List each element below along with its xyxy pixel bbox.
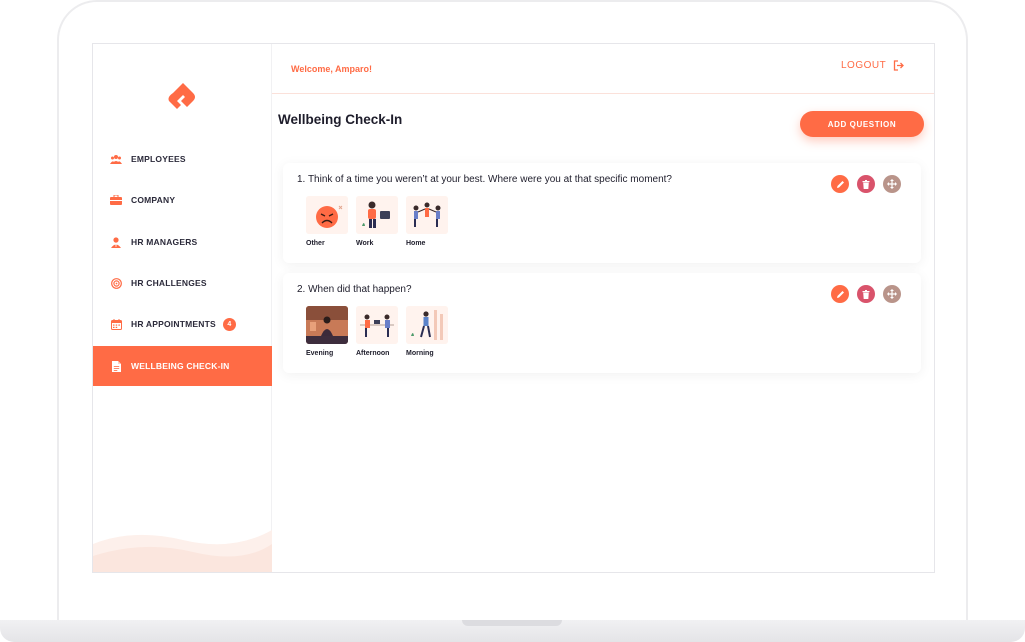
sidebar-item-hr-managers[interactable]: HR MANAGERS [93,222,272,262]
brand-logo[interactable] [165,79,201,115]
answer-option-home[interactable]: Home [406,196,456,247]
option-label: Other [306,240,325,247]
logout-label: LOGOUT [841,60,887,71]
option-label: Afternoon [356,350,390,357]
briefcase-icon [110,194,122,206]
option-label: Morning [406,350,434,357]
laptop-base [0,620,1025,642]
decorative-wave [93,530,272,572]
sidebar-item-label: COMPANY [131,195,176,205]
laptop-notch [462,620,562,626]
answer-option-afternoon[interactable]: Afternoon [356,306,406,357]
logout-icon [894,60,905,71]
answer-options: Other Work Home [306,196,456,247]
move-question-button[interactable] [883,285,901,303]
option-label: Evening [306,350,334,357]
answer-option-other[interactable]: Other [306,196,356,247]
pencil-icon [836,290,844,298]
document-icon [110,360,122,372]
user-tie-icon [110,236,122,248]
option-illustration [306,306,348,344]
question-text: 2. When did that happen? [297,284,412,295]
appointments-count-badge: 4 [222,317,236,331]
option-illustration [406,196,448,234]
page-title: Wellbeing Check-In [278,112,403,127]
welcome-message: Welcome, Amparo! [291,64,373,74]
top-header: Welcome, Amparo! LOGOUT [272,44,934,94]
users-icon [110,153,122,165]
sidebar-item-label: HR MANAGERS [131,237,198,247]
option-illustration [356,196,398,234]
delete-question-button[interactable] [857,285,875,303]
calendar-icon [110,318,122,330]
option-label: Home [406,240,426,247]
option-label: Work [356,240,374,247]
question-actions [831,285,909,303]
edit-question-button[interactable] [831,285,849,303]
option-illustration [406,306,448,344]
move-question-button[interactable] [883,175,901,193]
sidebar-item-wellbeing-check-in[interactable]: WELLBEING CHECK-IN [93,346,272,386]
question-actions [831,175,909,193]
app-screen: EMPLOYEES COMPANY HR MANAGERS HR CHALLEN… [92,43,935,573]
sidebar: EMPLOYEES COMPANY HR MANAGERS HR CHALLEN… [93,44,272,572]
option-illustration [306,196,348,234]
answer-option-evening[interactable]: Evening [306,306,356,357]
sidebar-item-label: HR CHALLENGES [131,278,207,288]
sidebar-item-label: WELLBEING CHECK-IN [131,361,230,371]
trash-icon [862,289,870,299]
answer-option-morning[interactable]: Morning [406,306,456,357]
sidebar-item-employees[interactable]: EMPLOYEES [93,139,272,179]
move-icon [887,289,897,299]
answer-option-work[interactable]: Work [356,196,406,247]
add-question-button[interactable]: ADD QUESTION [800,111,924,137]
sidebar-item-label: HR APPOINTMENTS [131,319,216,329]
edit-question-button[interactable] [831,175,849,193]
target-icon [110,277,122,289]
trash-icon [862,179,870,189]
answer-options: Evening Afternoon Morning [306,306,456,357]
move-icon [887,179,897,189]
sidebar-item-hr-appointments[interactable]: HR APPOINTMENTS 4 [93,304,272,344]
sidebar-item-hr-challenges[interactable]: HR CHALLENGES [93,263,272,303]
pencil-icon [836,180,844,188]
question-card: 2. When did that happen? Evening Afterno… [283,273,921,373]
logout-button[interactable]: LOGOUT [841,60,905,71]
delete-question-button[interactable] [857,175,875,193]
sidebar-item-label: EMPLOYEES [131,154,186,164]
question-card: 1. Think of a time you weren’t at your b… [283,163,921,263]
question-text: 1. Think of a time you weren’t at your b… [297,174,672,185]
option-illustration [356,306,398,344]
sidebar-item-company[interactable]: COMPANY [93,180,272,220]
